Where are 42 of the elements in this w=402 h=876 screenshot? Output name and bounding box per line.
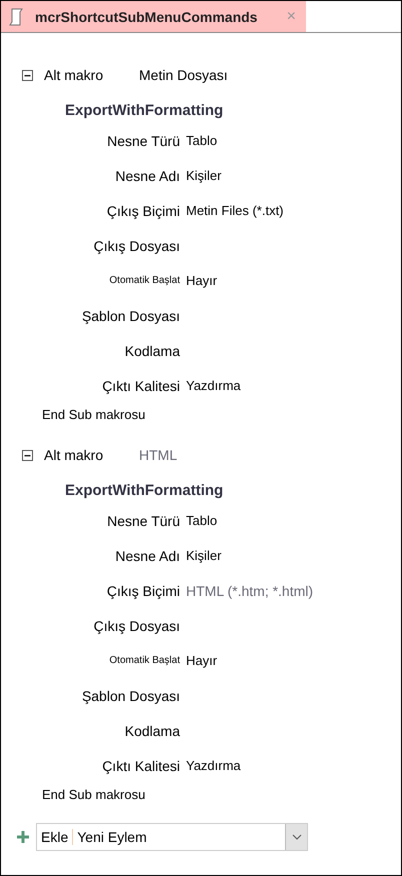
argument-label: Nesne Adı [114, 168, 181, 184]
argument-label: Çıktı Kalitesi [101, 378, 181, 394]
argument-label: Şablon Dosyası [80, 688, 181, 704]
argument-value[interactable]: HTML (*.htm; *.html) [186, 582, 314, 598]
chevron-down-icon [292, 834, 302, 840]
argument-value[interactable]: Kişiler [186, 548, 222, 563]
end-submacro-label: End Sub makrosu [41, 406, 146, 424]
plus-icon [17, 831, 29, 843]
argument-label: Nesne Türü [106, 512, 181, 528]
argument-label: Çıkış Dosyası [92, 618, 181, 634]
argument-value[interactable]: Metin Files (*.txt) [186, 203, 284, 218]
argument-value[interactable]: Tablo [186, 133, 218, 148]
argument-label: Şablon Dosyası [80, 308, 181, 324]
argument-label: Kodlama [124, 722, 181, 738]
argument-value[interactable]: Hayır [186, 653, 218, 668]
argument-label: Otomatik Başlat [108, 655, 181, 666]
argument-label: Otomatik Başlat [108, 275, 181, 286]
argument-label: Nesne Adı [114, 548, 181, 564]
add-action-combobox[interactable]: Ekle Yeni Eylem [36, 823, 308, 851]
collapse-icon[interactable] [22, 70, 33, 80]
submacro-label: Alt makro [44, 447, 104, 463]
action-name: ExportWithFormatting [64, 481, 224, 501]
argument-label: Çıkış Dosyası [92, 238, 181, 254]
end-submacro-label: End Sub makrosu [41, 786, 146, 804]
argument-label: Çıkış Biçimi [106, 582, 181, 598]
document-tab[interactable]: mcrShortcutSubMenuCommands × [1, 1, 306, 32]
collapse-icon[interactable] [22, 450, 33, 460]
argument-value[interactable]: Yazdırma [186, 378, 241, 393]
submacro-label: Alt makro [44, 67, 104, 83]
submacro-name: HTML [139, 447, 178, 463]
tab-title: mcrShortcutSubMenuCommands [35, 8, 258, 24]
argument-value[interactable]: Yazdırma [186, 758, 241, 773]
argument-label: Çıktı Kalitesi [101, 758, 181, 774]
action-name: ExportWithFormatting [64, 101, 224, 121]
document-icon [9, 8, 25, 26]
submacro-name: Metin Dosyası [139, 67, 228, 83]
argument-label: Kodlama [124, 342, 181, 358]
argument-value[interactable]: Tablo [186, 513, 218, 528]
argument-value[interactable]: Hayır [186, 273, 218, 288]
argument-value[interactable]: Kişiler [186, 168, 222, 183]
argument-label: Çıkış Biçimi [106, 202, 181, 218]
argument-label: Nesne Türü [106, 132, 181, 148]
